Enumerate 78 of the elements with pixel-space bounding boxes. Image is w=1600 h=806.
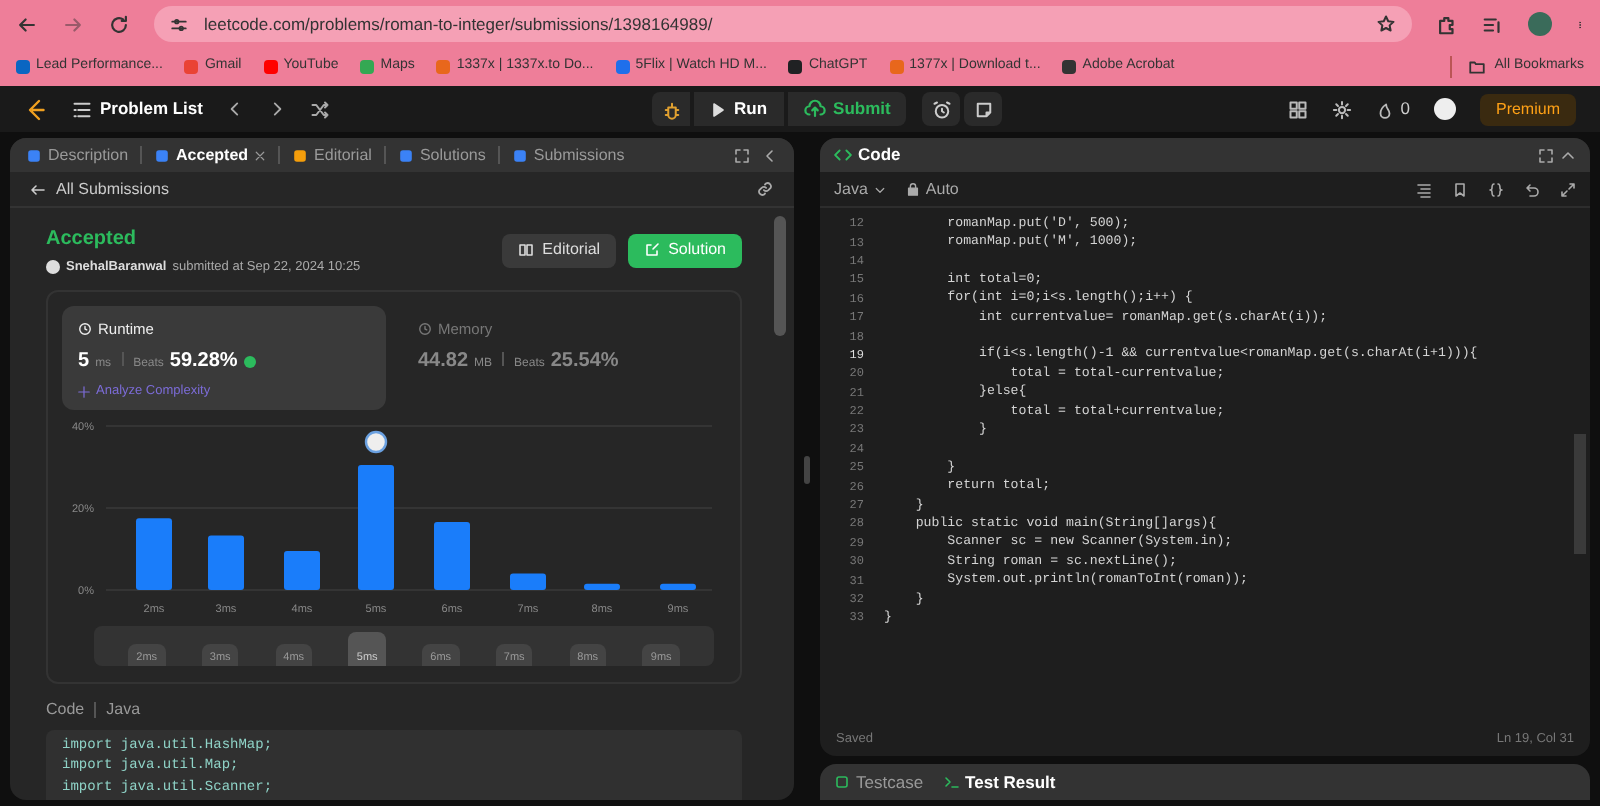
- code-icon: [834, 146, 852, 164]
- panel-tab[interactable]: Description: [26, 143, 129, 167]
- layout-icon[interactable]: [1288, 99, 1309, 119]
- user-avatar: [46, 260, 60, 275]
- bar[interactable]: [660, 583, 696, 590]
- panel-tab[interactable]: Editorial: [292, 143, 372, 167]
- streak-counter[interactable]: 0: [1376, 96, 1410, 122]
- chevron-right-icon[interactable]: [268, 100, 287, 118]
- beats-value: 25.54%: [550, 348, 619, 376]
- note-icon: [973, 99, 994, 119]
- editorial-button[interactable]: Editorial: [502, 233, 617, 268]
- stat-value: 44.82: [418, 348, 469, 376]
- site-settings-icon: [170, 15, 188, 33]
- cloud-upload-icon: [803, 98, 826, 120]
- code-label: Code: [46, 697, 85, 722]
- address-bar[interactable]: leetcode.com/problems/roman-to-integer/submissions/1398164989/: [154, 6, 1412, 42]
- media-icon[interactable]: [1482, 13, 1504, 35]
- bug-icon: [661, 99, 681, 119]
- collapse-icon[interactable]: [1560, 147, 1576, 163]
- notes-button[interactable]: [964, 92, 1003, 126]
- all-submissions-link[interactable]: All Submissions: [30, 177, 169, 201]
- panel-tab[interactable]: Accepted: [154, 143, 267, 167]
- edit-icon: [644, 242, 661, 259]
- resize-handle[interactable]: [804, 455, 810, 483]
- bar[interactable]: [284, 550, 320, 590]
- logo-icon: [24, 97, 48, 121]
- format-icon[interactable]: [1416, 181, 1432, 197]
- shuffle-icon[interactable]: [310, 99, 331, 119]
- language-label: Java: [106, 697, 141, 722]
- panel-title: Code: [858, 142, 901, 168]
- maximize-icon[interactable]: [734, 147, 750, 163]
- undo-icon[interactable]: [1524, 181, 1540, 197]
- stat-value: 5: [78, 348, 90, 376]
- problem-list-button[interactable]: Problem List: [72, 96, 203, 122]
- panel-tab[interactable]: Submissions: [511, 143, 625, 167]
- lock-icon: [905, 182, 920, 196]
- status-text: Accepted: [46, 226, 139, 254]
- back-icon[interactable]: [16, 13, 38, 35]
- settings-icon[interactable]: [1332, 99, 1353, 119]
- play-icon: [710, 101, 726, 117]
- checkbox-icon: [834, 774, 850, 790]
- book-icon: [518, 242, 535, 259]
- premium-button[interactable]: Premium: [1479, 93, 1576, 125]
- folder-icon: [1468, 58, 1487, 76]
- list-icon: [72, 99, 92, 119]
- collapse-icon[interactable]: [762, 147, 778, 163]
- scrollbar-thumb[interactable]: [1574, 434, 1586, 554]
- clock-icon: [78, 321, 92, 336]
- bookmark-icon[interactable]: [1452, 181, 1468, 197]
- user-avatar-marker: [364, 430, 388, 453]
- expand-icon[interactable]: [1560, 181, 1576, 197]
- user-avatar[interactable]: [1433, 98, 1456, 120]
- arrow-left-icon: [30, 181, 46, 197]
- bottom-tab[interactable]: Testcase: [834, 769, 924, 795]
- chevron-down-icon: [873, 183, 886, 195]
- badge-icon: [243, 355, 256, 367]
- braces-icon[interactable]: [1488, 181, 1504, 197]
- submit-button[interactable]: Submit: [787, 92, 907, 126]
- extensions-icon[interactable]: [1436, 13, 1458, 35]
- alarm-button[interactable]: [922, 92, 961, 126]
- panel-tab[interactable]: Solutions: [397, 143, 486, 167]
- scrollbar-thumb[interactable]: [774, 216, 786, 336]
- bottom-tab[interactable]: Test Result: [943, 769, 1056, 795]
- url-text: leetcode.com/problems/roman-to-integer/submissions/1398164989/: [204, 11, 715, 37]
- language-dropdown[interactable]: Java: [834, 177, 886, 201]
- reload-icon[interactable]: [108, 13, 130, 35]
- debug-button[interactable]: [652, 92, 690, 126]
- maximize-icon[interactable]: [1538, 147, 1554, 163]
- bar[interactable]: [584, 583, 620, 590]
- alarm-clock-icon: [931, 99, 952, 119]
- terminal-icon: [943, 774, 960, 790]
- bar[interactable]: [208, 534, 244, 590]
- auto-mode-button[interactable]: Auto: [905, 177, 959, 201]
- link-icon[interactable]: [756, 180, 774, 198]
- run-button[interactable]: Run: [694, 92, 784, 126]
- star-icon[interactable]: [1376, 14, 1396, 34]
- close-icon[interactable]: [254, 149, 267, 161]
- beats-value: 59.28%: [169, 348, 238, 376]
